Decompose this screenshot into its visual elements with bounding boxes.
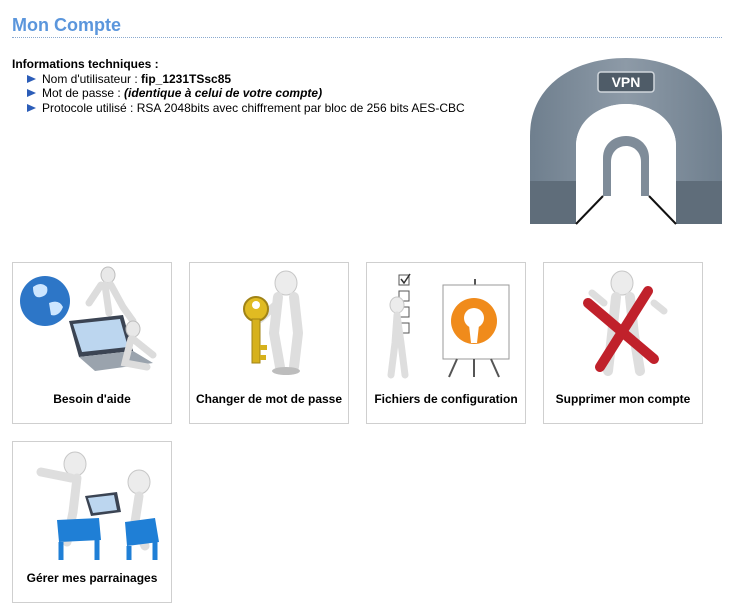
info-password: Mot de passe : (identique à celui de vot… — [25, 86, 465, 101]
delete-account-tile[interactable]: Supprimer mon compte — [543, 262, 703, 424]
info-protocol-label: Protocole utilisé : RSA 2048bits avec ch… — [42, 100, 465, 115]
title-divider — [12, 37, 722, 38]
key-icon — [243, 270, 304, 375]
delete-account-tile-label: Supprimer mon compte — [555, 392, 691, 406]
arrow-bullet-icon — [27, 74, 36, 83]
manage-referrals-tile[interactable]: Gérer mes parrainages — [12, 441, 172, 603]
info-username-label: Nom d'utilisateur : — [42, 71, 141, 86]
referral-people-icon — [36, 451, 159, 560]
technical-info-heading: Informations techniques : — [12, 57, 159, 71]
change-password-tile[interactable]: Changer de mot de passe — [189, 262, 349, 424]
info-password-value: (identique à celui de votre compte) — [124, 86, 323, 100]
change-password-tile-label: Changer de mot de passe — [195, 392, 343, 406]
help-globe-laptop-icon — [20, 266, 157, 371]
vpn-badge-text: VPN — [612, 74, 641, 90]
vpn-tunnel-icon: VPN — [530, 58, 722, 225]
arrow-bullet-icon — [27, 103, 36, 112]
config-files-tile[interactable]: Fichiers de configuration — [366, 262, 526, 424]
info-password-label: Mot de passe : — [42, 86, 125, 100]
info-username-value: fip_1231TSsc85 — [141, 71, 232, 86]
delete-cross-icon — [583, 270, 668, 376]
manage-referrals-tile-label: Gérer mes parrainages — [26, 571, 158, 585]
config-checklist-icon — [387, 273, 510, 379]
technical-info-list: Nom d'utilisateur : fip_1231TSsc85 Mot d… — [12, 72, 465, 116]
help-tile-label: Besoin d'aide — [53, 392, 131, 406]
info-protocol: Protocole utilisé : RSA 2048bits avec ch… — [25, 101, 465, 116]
technical-info: Informations techniques : Nom d'utilisat… — [12, 57, 465, 115]
config-files-tile-label: Fichiers de configuration — [374, 392, 518, 406]
page-title: Mon Compte — [12, 15, 121, 35]
arrow-bullet-icon — [27, 89, 36, 97]
help-tile[interactable]: Besoin d'aide — [12, 262, 172, 424]
info-username: Nom d'utilisateur : fip_1231TSsc85 — [25, 72, 465, 87]
